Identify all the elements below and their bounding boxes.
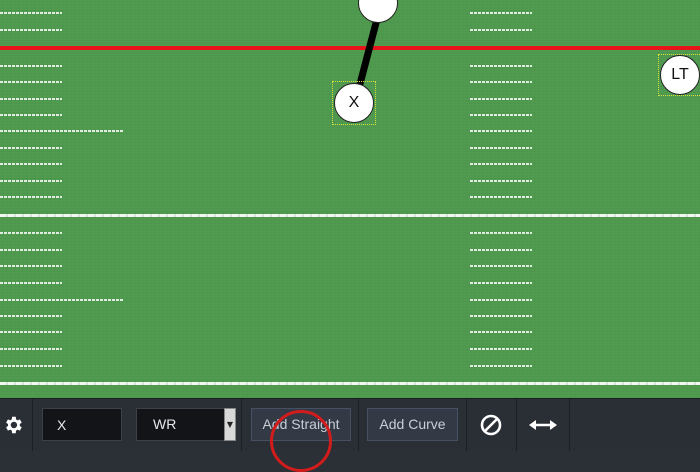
flip-button[interactable] <box>524 399 562 451</box>
position-select[interactable]: WR ▼ <box>136 408 236 441</box>
chevron-down-icon[interactable]: ▼ <box>224 408 236 441</box>
football-field[interactable]: X LT <box>0 0 700 398</box>
play-designer: X LT WR ▼ Add Straight Add Curve <box>0 0 700 472</box>
toolbar-divider <box>32 399 33 451</box>
player-label: X <box>348 94 360 111</box>
toolbar-divider <box>466 399 467 451</box>
gear-icon <box>6 416 22 434</box>
toolbar-divider <box>241 399 242 451</box>
position-select-value: WR <box>136 408 226 441</box>
player-token-x[interactable]: X <box>334 83 374 123</box>
no-entry-icon <box>480 414 502 436</box>
toolbar-divider <box>358 399 359 451</box>
double-arrow-icon <box>529 420 557 430</box>
toolbar: WR ▼ Add Straight Add Curve <box>0 398 700 451</box>
clear-button[interactable] <box>472 399 510 451</box>
add-curve-button[interactable]: Add Curve <box>367 408 458 441</box>
add-straight-button[interactable]: Add Straight <box>251 408 351 441</box>
settings-button[interactable] <box>0 399 26 451</box>
player-token-lt[interactable]: LT <box>660 55 700 95</box>
player-label: LT <box>671 66 689 83</box>
toolbar-divider <box>569 399 570 451</box>
toolbar-divider <box>516 399 517 451</box>
player-name-input[interactable] <box>42 408 122 441</box>
route-layer <box>356 0 386 88</box>
